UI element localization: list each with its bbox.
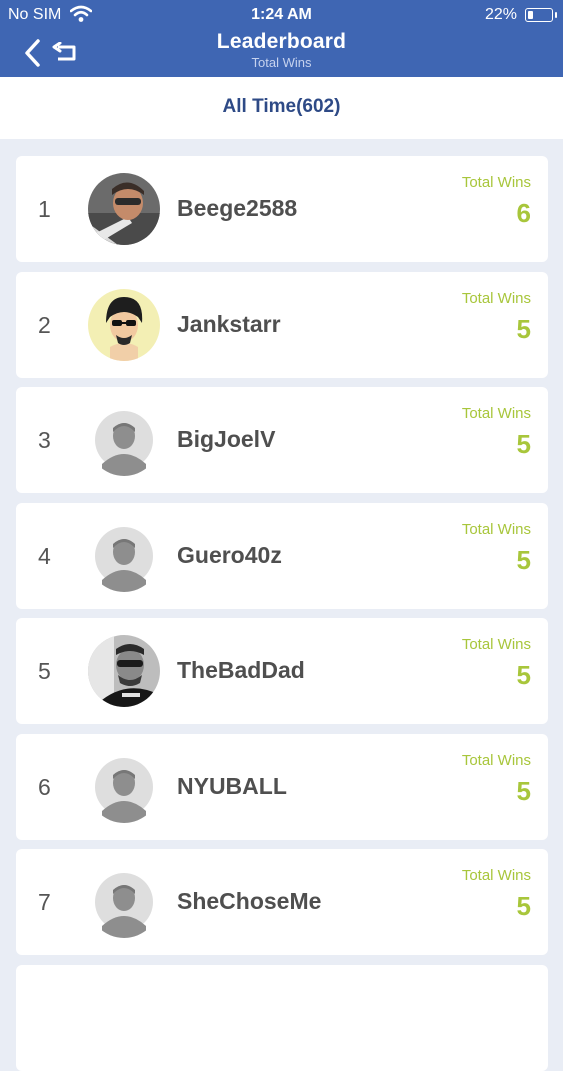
total-wins-label: Total Wins (461, 636, 531, 653)
photo-avatar-man (88, 173, 160, 245)
total-wins-label: Total Wins (461, 867, 531, 884)
status-bar: No SIM 1:24 AM 22% (0, 0, 563, 30)
leaderboard-row[interactable]: 1 Beege2588 Total Wins 6 (16, 156, 548, 262)
battery-icon (525, 8, 557, 22)
total-wins-label: Total Wins (461, 521, 531, 538)
leaderboard-row[interactable]: 7 SheChoseMe Total Wins 5 (16, 849, 548, 955)
player-name: Beege2588 (177, 195, 298, 221)
leaderboard-row[interactable]: 5 TheBadDad Total Wins 5 (16, 618, 548, 724)
leaderboard-row[interactable]: 2 Jankstarr Total Wins 5 (16, 272, 548, 378)
total-wins-value: 5 (516, 891, 531, 921)
leaderboard-row[interactable]: 3 BigJoelV Total Wins 5 (16, 387, 548, 493)
rank-number: 3 (38, 427, 51, 453)
player-name: BigJoelV (177, 426, 276, 452)
battery-fill (528, 11, 533, 19)
cartoon-avatar (88, 289, 160, 361)
total-wins-value: 5 (516, 776, 531, 806)
rank-number: 7 (38, 889, 51, 915)
player-name: Guero40z (177, 542, 282, 568)
rank-number: 5 (38, 658, 51, 684)
page-subtitle: Total Wins (251, 55, 312, 70)
leaderboard-row[interactable]: 4 Guero40z Total Wins 5 (16, 503, 548, 609)
default-avatar (88, 520, 160, 592)
filter-all-time-tab[interactable]: All Time(602) (0, 96, 563, 118)
battery-percent: 22% (484, 6, 517, 23)
rank-number: 6 (38, 774, 51, 800)
total-wins-label: Total Wins (461, 752, 531, 769)
rank-number: 2 (38, 312, 51, 338)
rank-number: 1 (38, 196, 51, 222)
total-wins-label: Total Wins (461, 290, 531, 307)
clock: 1:24 AM (251, 6, 312, 23)
leaderboard-row[interactable]: 6 NYUBALL Total Wins 5 (16, 734, 548, 840)
total-wins-label: Total Wins (461, 405, 531, 422)
rank-number: 4 (38, 543, 51, 569)
header-bar: No SIM 1:24 AM 22% Leaderboard Total Win… (0, 0, 563, 77)
default-avatar (88, 866, 160, 938)
total-wins-value: 5 (516, 660, 531, 690)
player-name: SheChoseMe (177, 888, 322, 914)
total-wins-value: 5 (516, 429, 531, 459)
player-name: TheBadDad (177, 657, 305, 683)
leaderboard-row-partial[interactable] (16, 965, 548, 1071)
player-name: NYUBALL (177, 773, 287, 799)
photo-avatar-man-bw (88, 635, 160, 707)
total-wins-value: 6 (516, 198, 531, 228)
default-avatar (88, 751, 160, 823)
total-wins-value: 5 (516, 314, 531, 344)
default-avatar (88, 404, 160, 476)
total-wins-label: Total Wins (461, 174, 531, 191)
player-name: Jankstarr (177, 311, 281, 337)
total-wins-value: 5 (516, 545, 531, 575)
filter-bar: All Time(602) (0, 77, 563, 139)
page-title: Leaderboard (216, 30, 347, 53)
